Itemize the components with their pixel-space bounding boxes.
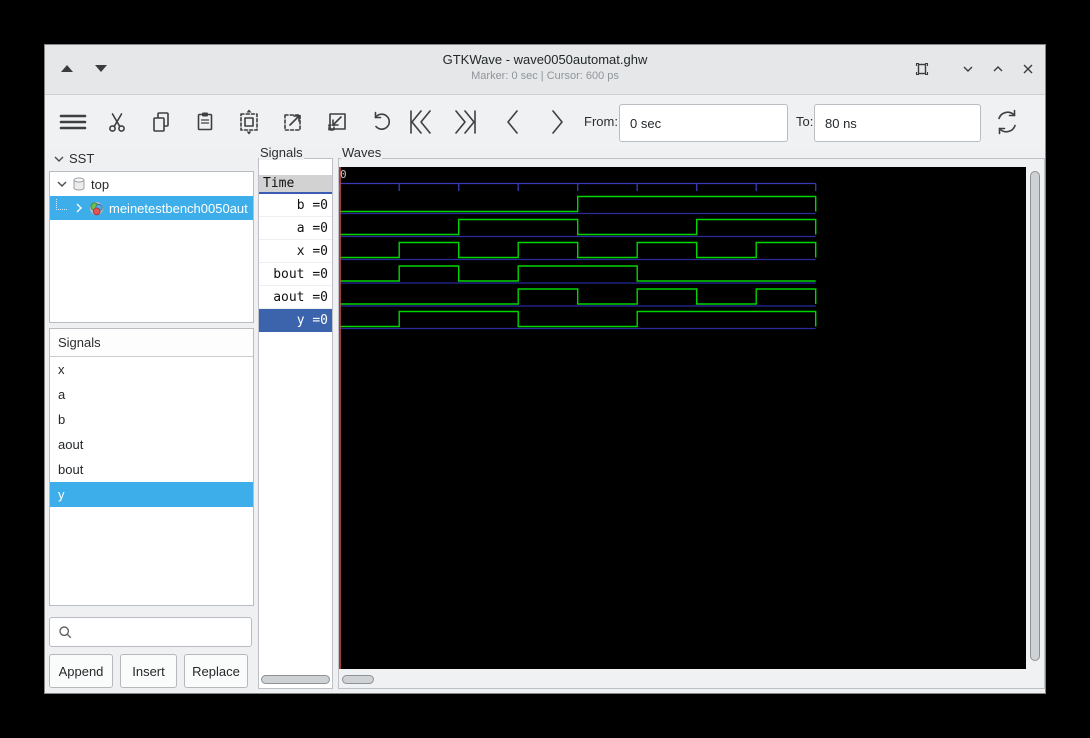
to-input[interactable] [814,104,981,142]
chevron-down-icon [53,153,65,165]
gtkwave-window: GTKWave - wave0050automat.ghw Marker: 0 … [44,44,1046,694]
names-hscrollbar[interactable] [259,675,332,685]
waves-frame-label: Waves [341,145,382,160]
waves-canvas: 0 [339,167,1026,669]
append-button[interactable]: Append [49,654,113,688]
reload-icon[interactable] [989,104,1025,140]
to-label: To: [796,114,813,129]
signal-list: Signals x a b aout bout y [49,328,254,606]
insert-button[interactable]: Insert [120,654,177,688]
svg-text:0: 0 [340,168,347,181]
tree-item-meinetestbench[interactable]: meinetestbench0050aut [50,196,253,220]
undo-icon[interactable] [363,104,399,140]
time-column-header[interactable]: Time [259,175,332,194]
zoom-out-icon[interactable] [319,104,355,140]
list-item-x[interactable]: x [50,357,253,382]
menu-icon[interactable] [55,104,91,140]
step-left-icon[interactable] [495,104,531,140]
toolbar: From: To: [45,95,1045,149]
list-item-aout[interactable]: aout [50,432,253,457]
signal-row-a[interactable]: a =0 [259,217,332,240]
module-icon [71,176,87,192]
chevron-right-icon[interactable] [72,201,86,215]
signal-search-box[interactable] [49,617,252,647]
signal-row-x[interactable]: x =0 [259,240,332,263]
step-right-icon[interactable] [539,104,575,140]
list-item-a[interactable]: a [50,382,253,407]
signal-list-header[interactable]: Signals [50,329,253,357]
screenshot-root: GTKWave - wave0050automat.ghw Marker: 0 … [0,0,1090,738]
sst-tree: top meinetestbench0050aut [49,171,254,323]
signal-row-b[interactable]: b =0 [259,194,332,217]
paste-icon[interactable] [187,104,223,140]
component-icon [88,200,105,217]
waves-vscrollbar[interactable] [1028,167,1042,669]
tree-guide-line [56,199,67,210]
window-subtitle: Marker: 0 sec | Cursor: 600 ps [45,69,1045,83]
tree-item-label: top [91,177,109,192]
from-label: From: [584,114,618,129]
fit-window-icon[interactable] [911,58,933,80]
zoom-in-icon[interactable] [275,104,311,140]
list-item-bout[interactable]: bout [50,457,253,482]
go-to-end-icon[interactable] [447,104,483,140]
signal-row-y[interactable]: y =0 [259,309,332,332]
copy-icon[interactable] [143,104,179,140]
tree-item-top[interactable]: top [50,172,253,196]
list-item-b[interactable]: b [50,407,253,432]
signal-row-bout[interactable]: bout =0 [259,263,332,286]
names-hscrollbar-thumb[interactable] [261,675,330,684]
waves-hscrollbar[interactable] [339,675,1026,685]
waves-vscrollbar-thumb[interactable] [1030,171,1040,661]
minimize-icon[interactable] [957,58,979,80]
titlebar: GTKWave - wave0050automat.ghw Marker: 0 … [45,45,1045,95]
tree-item-label: meinetestbench0050aut [109,201,248,216]
close-icon[interactable] [1017,58,1039,80]
from-input[interactable] [619,104,788,142]
maximize-icon[interactable] [987,58,1009,80]
search-icon [58,625,73,640]
signal-row-aout[interactable]: aout =0 [259,286,332,309]
replace-button[interactable]: Replace [184,654,248,688]
window-title: GTKWave - wave0050automat.ghw [45,51,1045,69]
signals-frame-label: Signals [259,145,304,160]
wave-area[interactable]: 0 [339,167,1026,669]
chevron-down-icon[interactable] [55,177,69,191]
go-to-start-icon[interactable] [403,104,439,140]
zoom-fit-icon[interactable] [231,104,267,140]
sst-label: SST [69,151,94,166]
cut-icon[interactable] [99,104,135,140]
waves-hscrollbar-thumb[interactable] [342,675,374,684]
titlebar-text: GTKWave - wave0050automat.ghw Marker: 0 … [45,51,1045,83]
list-item-y[interactable]: y [50,482,253,507]
sst-header[interactable]: SST [53,151,94,166]
